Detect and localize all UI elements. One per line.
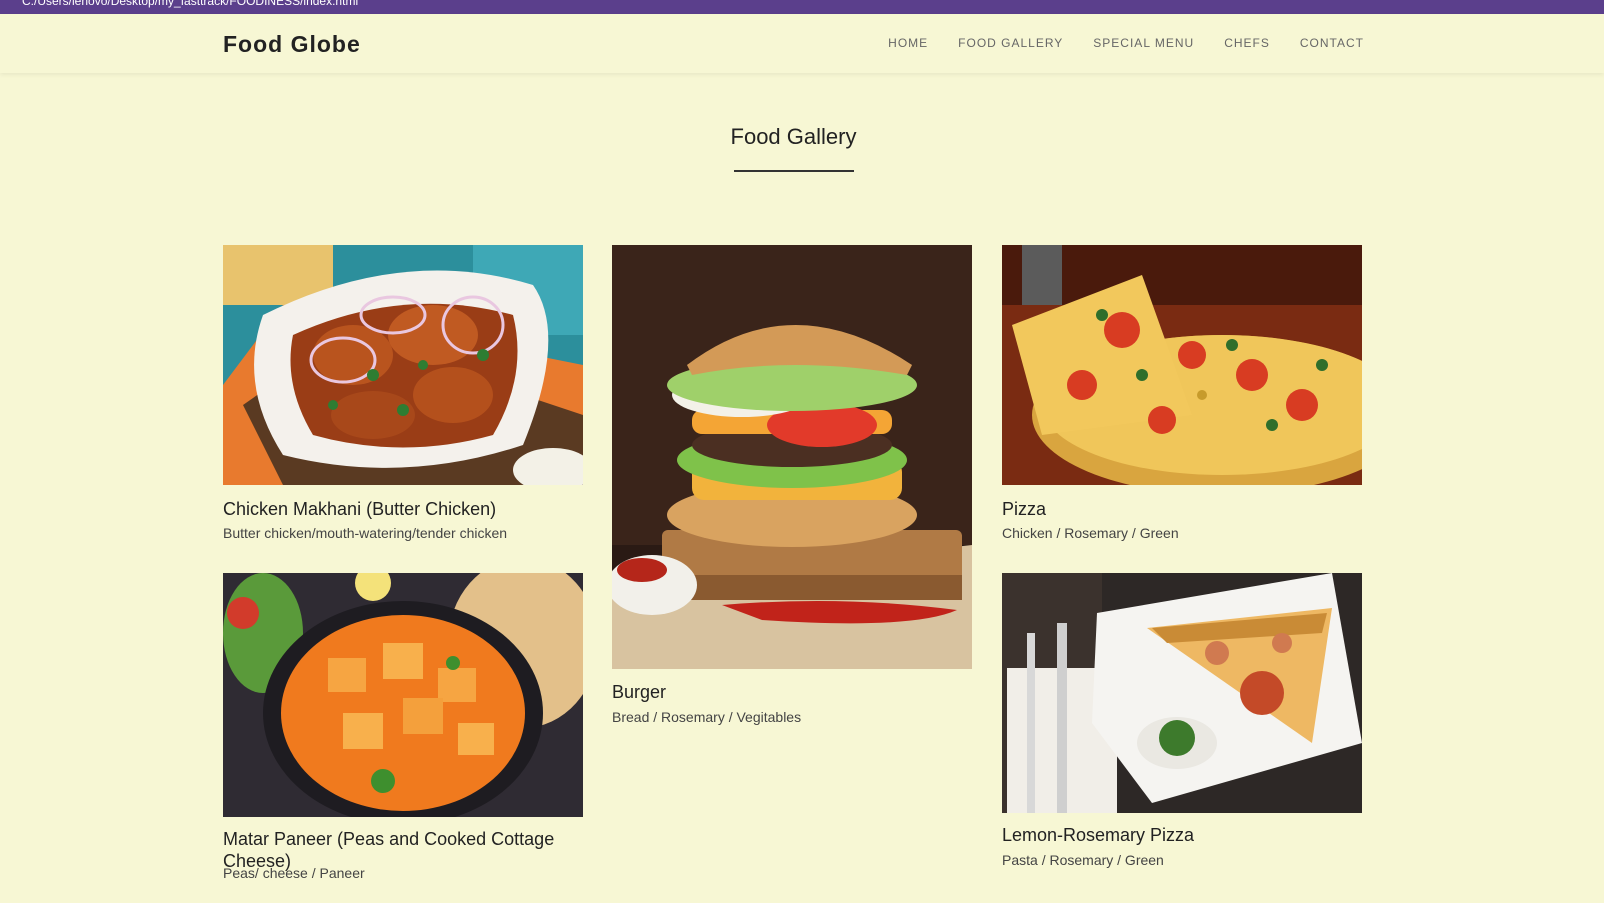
site-navbar: Food Globe HOME FOOD GALLERY SPECIAL MEN… — [0, 14, 1604, 73]
main-nav: HOME FOOD GALLERY SPECIAL MENU CHEFS CON… — [888, 36, 1364, 50]
nav-food-gallery[interactable]: FOOD GALLERY — [958, 36, 1063, 50]
gallery-card-pizza[interactable]: Pizza Chicken / Rosemary / Green — [1002, 245, 1362, 545]
gallery-card-butter-chicken[interactable]: Chicken Makhani (Butter Chicken) Butter … — [223, 245, 583, 545]
title-underline — [734, 170, 854, 172]
brand-logo[interactable]: Food Globe — [223, 31, 361, 58]
dish-name: Burger — [612, 682, 667, 702]
dish-description: Pasta / Rosemary / Green — [1002, 852, 1164, 868]
address-text: C:/Users/lenovo/Desktop/my_fasttrack/FOO… — [22, 0, 359, 8]
nav-special-menu[interactable]: SPECIAL MENU — [1093, 36, 1194, 50]
section-title: Food Gallery — [730, 124, 857, 149]
dish-description: Butter chicken/mouth-watering/tender chi… — [223, 525, 508, 541]
nav-home[interactable]: HOME — [888, 36, 928, 50]
browser-address-bar[interactable]: C:/Users/lenovo/Desktop/my_fasttrack/FOO… — [0, 0, 1604, 14]
dish-name: Lemon-Rosemary Pizza — [1002, 825, 1195, 845]
pizza-image — [1002, 245, 1362, 485]
butter-chicken-image — [223, 245, 583, 485]
nav-contact[interactable]: CONTACT — [1300, 36, 1364, 50]
dish-description: Chicken / Rosemary / Green — [1002, 525, 1179, 541]
nav-chefs[interactable]: CHEFS — [1224, 36, 1270, 50]
dish-name: Pizza — [1002, 499, 1047, 519]
burger-image — [612, 245, 972, 669]
lemon-rosemary-pizza-image — [1002, 573, 1362, 813]
dish-name: Chicken Makhani (Butter Chicken) — [223, 499, 497, 519]
gallery-card-burger[interactable]: Burger Bread / Rosemary / Vegitables — [612, 245, 972, 725]
matar-paneer-image — [223, 573, 583, 817]
gallery-card-matar-paneer[interactable]: Matar Paneer (Peas and Cooked Cottage Ch… — [223, 573, 583, 883]
dish-description: Peas/ cheese / Paneer — [223, 865, 365, 881]
dish-description: Bread / Rosemary / Vegitables — [612, 709, 802, 725]
gallery-card-lemon-rosemary-pizza[interactable]: Lemon-Rosemary Pizza Pasta / Rosemary / … — [1002, 573, 1362, 883]
